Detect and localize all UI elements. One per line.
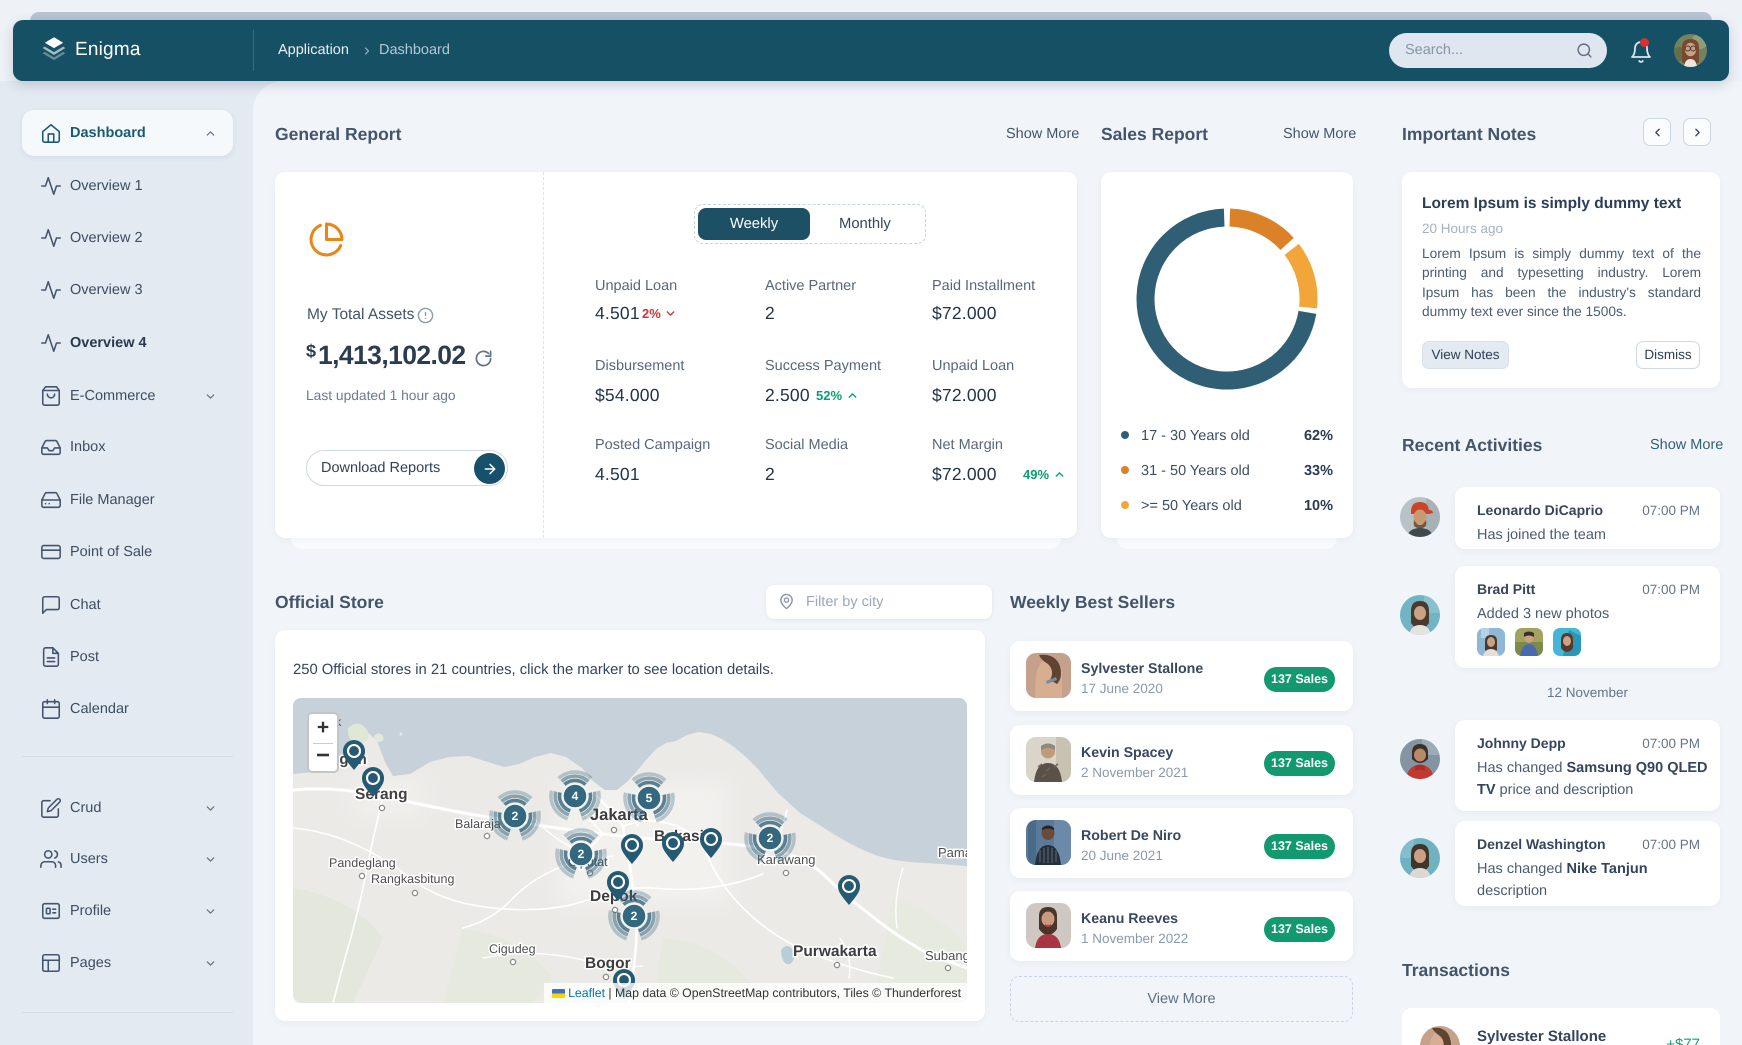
svg-text:2: 2 (631, 909, 638, 923)
svg-text:5: 5 (646, 791, 653, 805)
svg-text:Subang: Subang (925, 948, 967, 963)
svg-text:2: 2 (767, 831, 774, 845)
svg-text:Pandeglang: Pandeglang (329, 856, 396, 870)
svg-text:Cigudeg: Cigudeg (489, 942, 536, 956)
svg-text:Rangkasbitung: Rangkasbitung (371, 872, 454, 886)
svg-text:Purwakarta: Purwakarta (793, 943, 877, 960)
svg-text:Pama: Pama (938, 845, 967, 860)
svg-text:4: 4 (572, 789, 579, 803)
svg-text:2: 2 (578, 847, 585, 861)
svg-text:Serang: Serang (355, 786, 408, 803)
svg-text:2: 2 (512, 809, 519, 823)
